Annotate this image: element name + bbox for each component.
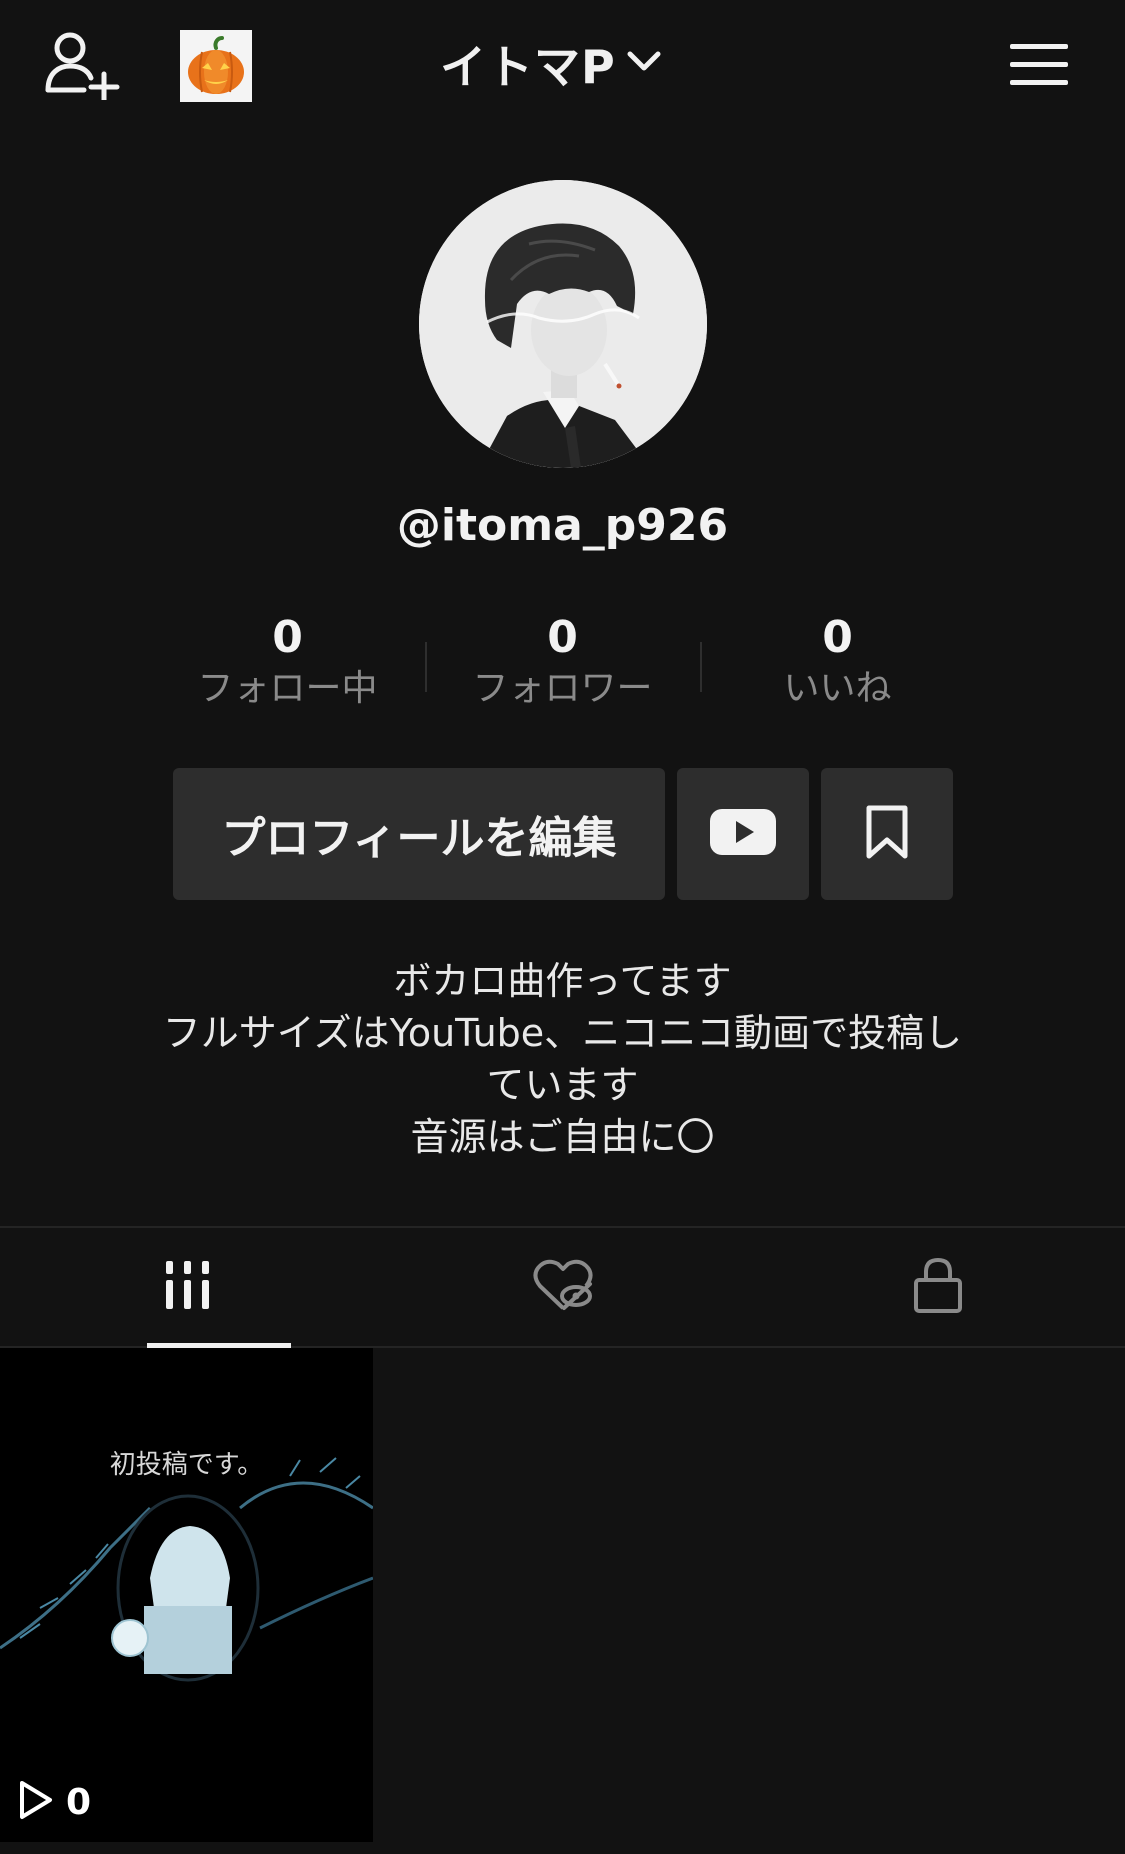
bio-line: フルサイズはYouTube、ニコニコ動画で投稿し: [162, 1011, 963, 1055]
chevron-down-icon: [626, 50, 662, 78]
bio-line: 音源はご自由に〇: [410, 1115, 715, 1159]
account-switcher[interactable]: イトマP: [440, 28, 662, 100]
grid-videos-icon: [164, 1259, 212, 1315]
stat-value: 0: [547, 612, 578, 663]
bookmark-icon: [865, 804, 909, 864]
profile-bio: ボカロ曲作ってます フルサイズはYouTube、ニコニコ動画で投稿し ています …: [110, 955, 1015, 1163]
stat-followers[interactable]: 0 フォロワー: [425, 612, 700, 712]
top-bar: イトマP: [0, 0, 1125, 130]
youtube-button[interactable]: [677, 768, 809, 900]
stat-label: フォロワー: [472, 668, 653, 709]
person-add-icon[interactable]: [44, 30, 120, 103]
profile-page: イトマP @itoma_p926 0 フォロー中 0 フォロワー 0 いいね プ…: [0, 0, 1125, 1854]
video-caption: 初投稿です。: [109, 1450, 264, 1480]
username: @itoma_p926: [396, 500, 729, 551]
avatar[interactable]: [419, 180, 707, 468]
pumpkin-icon[interactable]: [180, 30, 252, 102]
stat-value: 0: [272, 612, 303, 663]
account-name: イトマP: [440, 40, 616, 94]
liked-hidden-icon: [532, 1258, 594, 1316]
hamburger-menu-icon[interactable]: [1008, 40, 1070, 90]
play-icon: [18, 1780, 54, 1824]
stat-value: 0: [822, 612, 853, 663]
bio-line: ボカロ曲作ってます: [393, 959, 732, 1003]
stat-label: いいね: [783, 668, 892, 709]
stat-following[interactable]: 0 フォロー中: [150, 612, 425, 712]
content-tabs: [0, 1226, 1125, 1348]
tab-private[interactable]: [750, 1228, 1125, 1346]
profile-stats: 0 フォロー中 0 フォロワー 0 いいね: [150, 612, 975, 712]
video-thumbnail[interactable]: 初投稿です。 0: [0, 1348, 373, 1842]
bio-line: ています: [486, 1063, 639, 1107]
stat-likes[interactable]: 0 いいね: [700, 612, 975, 712]
view-count: 0: [18, 1780, 91, 1824]
tab-liked[interactable]: [375, 1228, 750, 1346]
tab-videos[interactable]: [0, 1228, 375, 1348]
favorites-button[interactable]: [821, 768, 953, 900]
edit-profile-button[interactable]: プロフィールを編集: [173, 768, 665, 900]
video-artwork: [0, 1348, 373, 1842]
views-count: 0: [66, 1781, 92, 1823]
youtube-icon: [710, 809, 776, 859]
lock-icon: [913, 1256, 963, 1318]
stat-label: フォロー中: [197, 668, 378, 709]
